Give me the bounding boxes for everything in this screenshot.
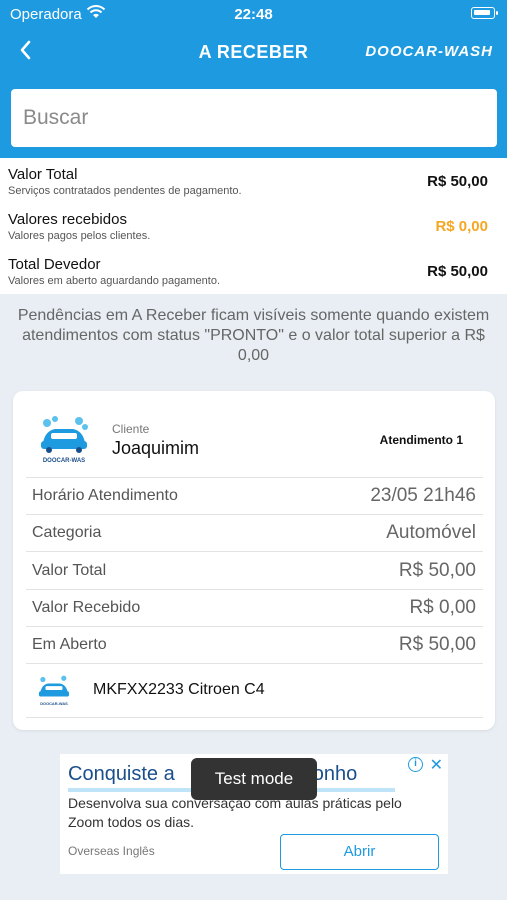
status-bar: Operadora 22:48: [0, 0, 507, 28]
ad-open-button[interactable]: Abrir: [280, 834, 439, 870]
summary-subtitle: Valores em aberto aguardando pagamento.: [8, 275, 220, 287]
divider: [26, 589, 483, 590]
detail-label: Categoria: [32, 524, 102, 541]
attendance-number: Atendimento 1: [379, 433, 463, 447]
car-wash-logo: DOOCAR-WAS: [41, 416, 88, 464]
detail-value: R$ 0,00: [409, 597, 476, 618]
detail-value: R$ 50,00: [398, 560, 476, 581]
logo-text: DOOCAR-WAS: [43, 458, 85, 464]
summary-label: Total Devedor: [8, 256, 101, 273]
vehicle-info: MKFXX2233 Citroen C4: [93, 681, 265, 698]
detail-value: Automóvel: [386, 522, 476, 543]
close-icon[interactable]: ✕: [430, 755, 443, 775]
detail-label: Em Aberto: [32, 636, 107, 653]
divider: [26, 663, 483, 664]
divider: [26, 514, 483, 515]
detail-label: Valor Recebido: [32, 599, 141, 616]
summary-row-valores-recebidos: Valores recebidos Valores pagos pelos cl…: [0, 203, 507, 248]
summary-row-total-devedor: Total Devedor Valores em aberto aguardan…: [0, 248, 507, 293]
client-caption: Cliente: [112, 422, 150, 436]
summary-value: R$ 0,00: [435, 218, 488, 235]
ad-advertiser: Overseas Inglês: [68, 844, 155, 858]
divider: [26, 551, 483, 552]
summary-row-valor-total: Valor Total Serviços contratados pendent…: [0, 158, 507, 203]
info-notice: Pendências em A Receber ficam visíveis s…: [17, 307, 490, 364]
detail-label: Valor Total: [32, 562, 107, 579]
summary-label: Valor Total: [8, 166, 78, 183]
car-wash-logo: DOOCAR-WAS: [38, 675, 70, 706]
summary-label: Valores recebidos: [8, 211, 127, 228]
search-bar: [0, 78, 507, 158]
summary-subtitle: Serviços contratados pendentes de pagame…: [8, 185, 242, 197]
test-mode-toast: Test mode: [191, 758, 317, 800]
summary-value: R$ 50,00: [427, 173, 488, 190]
clock: 22:48: [234, 6, 273, 23]
summary-value: R$ 50,00: [427, 263, 488, 280]
battery-icon: [471, 7, 498, 19]
summary-panel: Valor Total Serviços contratados pendent…: [0, 158, 507, 294]
adchoices-icon[interactable]: i: [408, 757, 423, 772]
logo-text: DOOCAR-WAS: [40, 701, 68, 706]
detail-value: R$ 50,00: [398, 634, 476, 655]
detail-value: 23/05 21h46: [370, 485, 476, 506]
divider: [26, 717, 483, 718]
search-input[interactable]: [11, 89, 497, 147]
detail-label: Horário Atendimento: [32, 487, 178, 504]
nav-bar: A RECEBER DOOCAR-WASH: [0, 28, 507, 78]
client-name: Joaquimim: [112, 438, 200, 458]
divider: [26, 477, 483, 478]
ad-headline-start: Conquiste a: [68, 763, 175, 785]
divider: [26, 626, 483, 627]
brand-logo: DOOCAR-WASH: [365, 43, 493, 60]
summary-subtitle: Valores pagos pelos clientes.: [8, 230, 151, 242]
receivable-card[interactable]: DOOCAR-WAS Cliente Joaquimim Atendimento…: [13, 391, 495, 730]
